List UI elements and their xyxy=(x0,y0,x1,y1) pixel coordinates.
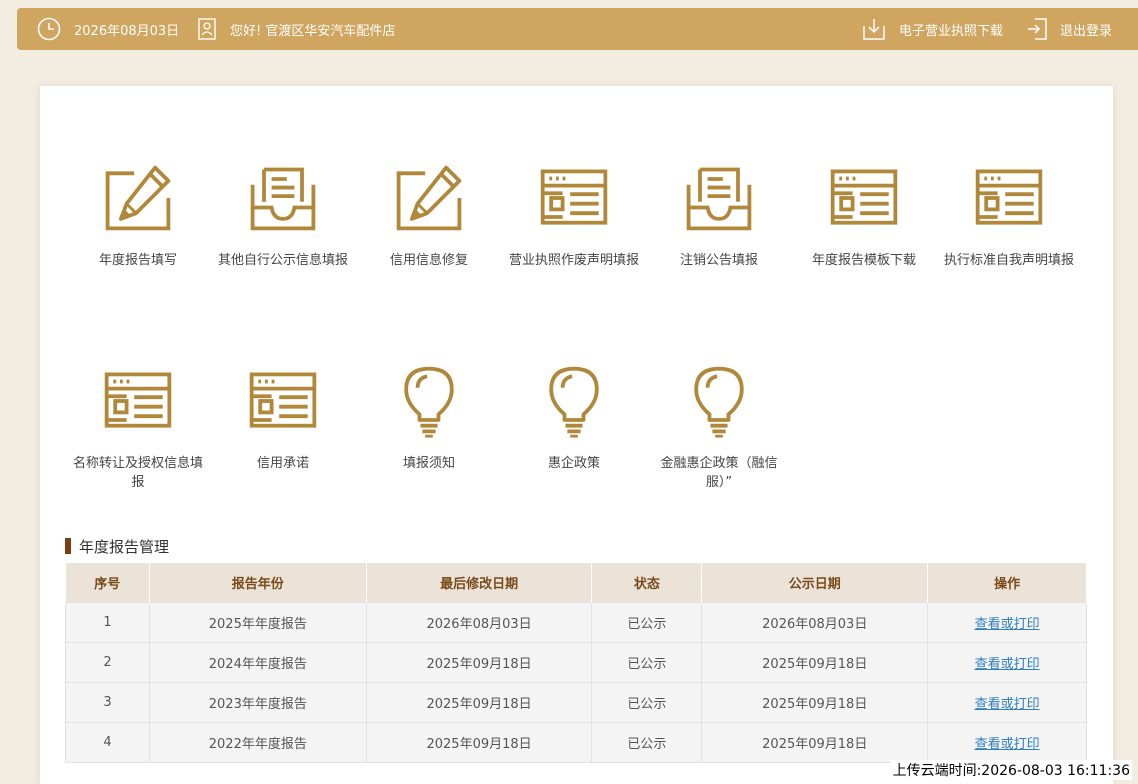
tile-label: 惠企政策 xyxy=(547,456,600,471)
cell-publish-date: 2025年09月18日 xyxy=(701,721,929,763)
col-header-last-modified: 最后修改日期 xyxy=(366,563,593,602)
form-window-icon xyxy=(245,363,321,439)
tile-cancellation-notice[interactable]: 注销公告填报 xyxy=(644,160,794,270)
tile-label: 填报须知 xyxy=(402,456,455,471)
current-date: 2026年08月03日 xyxy=(74,23,180,39)
logout-label: 退出登录 xyxy=(1060,23,1113,39)
table-row: 3 2023年年度报告 2025年09月18日 已公示 2025年09月18日 查看或打印 xyxy=(65,681,1087,723)
tile-label: 年度报告模板下载 xyxy=(811,253,916,268)
table-row: 2 2024年年度报告 2025年09月18日 已公示 2025年09月18日 查看或打印 xyxy=(65,641,1087,683)
inbox-tray-icon xyxy=(681,160,757,236)
tile-label: 信用承诺 xyxy=(256,456,309,471)
col-header-action: 操作 xyxy=(927,563,1087,602)
tile-standard-self-declaration[interactable]: 执行标准自我声明填报 xyxy=(934,160,1084,270)
cell-action: 查看或打印 xyxy=(927,601,1087,643)
form-window-icon xyxy=(826,160,902,236)
view-print-link[interactable]: 查看或打印 xyxy=(975,657,1040,672)
form-window-icon xyxy=(971,160,1047,236)
lightbulb-icon xyxy=(681,363,757,439)
tile-label: 名称转让及授权信息填报 xyxy=(72,456,203,490)
view-print-link[interactable]: 查看或打印 xyxy=(975,697,1040,712)
col-header-report-year: 报告年份 xyxy=(149,563,367,602)
tile-name-transfer-authorization[interactable]: 名称转让及授权信息填报 xyxy=(63,363,213,492)
cell-last-modified: 2025年09月18日 xyxy=(365,681,593,723)
inbox-tray-icon xyxy=(245,160,321,236)
tile-credit-repair[interactable]: 信用信息修复 xyxy=(354,160,504,270)
tile-label: 年度报告填写 xyxy=(98,253,177,268)
tile-financial-policy[interactable]: 金融惠企政策（融信服）” xyxy=(644,363,794,492)
cell-index: 3 xyxy=(65,681,150,723)
tile-label: 信用信息修复 xyxy=(389,253,468,268)
cell-action: 查看或打印 xyxy=(927,721,1087,763)
cell-index: 2 xyxy=(65,641,150,683)
section-marker xyxy=(65,538,71,554)
date-display: 2026年08月03日 xyxy=(37,8,179,50)
table-row: 4 2022年年度报告 2025年09月18日 已公示 2025年09月18日 查看或打印 xyxy=(65,721,1087,763)
logout-icon xyxy=(1028,18,1047,40)
user-greeting: 您好! 官渡区华安汽车配件店 xyxy=(198,8,395,50)
view-print-link[interactable]: 查看或打印 xyxy=(975,617,1040,632)
clock-icon xyxy=(37,17,61,41)
cell-last-modified: 2026年08月03日 xyxy=(365,601,593,643)
cell-report-year: 2024年年度报告 xyxy=(148,641,367,683)
lightbulb-icon xyxy=(391,363,467,439)
pencil-edit-icon xyxy=(391,160,467,236)
download-icon xyxy=(863,19,885,40)
section-title: 年度报告管理 xyxy=(79,537,170,556)
form-window-icon xyxy=(100,363,176,439)
tile-label: 注销公告填报 xyxy=(679,253,758,268)
top-bar: 2026年08月03日 您好! 官渡区华安汽车配件店 电子营业执照下载 退出登录 xyxy=(17,8,1138,50)
greeting-text: 您好! 官渡区华安汽车配件店 xyxy=(230,23,396,39)
tile-label: 执行标准自我声明填报 xyxy=(943,253,1074,268)
cell-report-year: 2025年年度报告 xyxy=(148,601,367,643)
tile-license-void-declaration[interactable]: 营业执照作废声明填报 xyxy=(499,160,649,270)
cell-action: 查看或打印 xyxy=(927,641,1087,683)
cell-publish-date: 2026年08月03日 xyxy=(701,601,929,643)
cell-action: 查看或打印 xyxy=(927,681,1087,723)
cell-last-modified: 2025年09月18日 xyxy=(365,641,593,683)
annual-report-table: 序号 报告年份 最后修改日期 状态 公示日期 操作 1 2025年年度报告 2026… xyxy=(65,563,1087,763)
cell-index: 1 xyxy=(65,601,150,643)
tile-filing-notes[interactable]: 填报须知 xyxy=(354,363,504,473)
form-window-icon xyxy=(536,160,612,236)
cell-last-modified: 2025年09月18日 xyxy=(365,721,593,763)
cell-status: 已公示 xyxy=(591,601,703,643)
cell-status: 已公示 xyxy=(591,681,703,723)
view-print-link[interactable]: 查看或打印 xyxy=(975,737,1040,752)
upload-timestamp: 上传云端时间:2026-08-03 16:11:36 xyxy=(890,760,1132,780)
pencil-edit-icon xyxy=(100,160,176,236)
lightbulb-icon xyxy=(536,363,612,439)
col-header-publish-date: 公示日期 xyxy=(701,563,929,602)
tile-business-policy[interactable]: 惠企政策 xyxy=(499,363,649,473)
table-row: 1 2025年年度报告 2026年08月03日 已公示 2026年08月03日 查看或打印 xyxy=(65,601,1087,643)
tile-report-template-download[interactable]: 年度报告模板下载 xyxy=(789,160,939,270)
user-card-icon xyxy=(198,18,216,40)
tile-label: 其他自行公示信息填报 xyxy=(217,253,348,268)
license-download-label: 电子营业执照下载 xyxy=(899,23,1004,39)
tile-annual-report-fill[interactable]: 年度报告填写 xyxy=(63,160,213,270)
tile-label: 金融惠企政策（融信服）” xyxy=(660,456,778,490)
cell-status: 已公示 xyxy=(591,641,703,683)
tile-credit-commitment[interactable]: 信用承诺 xyxy=(208,363,358,473)
cell-index: 4 xyxy=(65,721,150,763)
col-header-index: 序号 xyxy=(65,563,150,602)
annual-report-section-heading: 年度报告管理 xyxy=(65,536,169,556)
license-download-button[interactable]: 电子营业执照下载 xyxy=(863,8,1003,50)
cell-publish-date: 2025年09月18日 xyxy=(701,681,929,723)
tile-label: 营业执照作废声明填报 xyxy=(508,253,639,268)
cell-report-year: 2023年年度报告 xyxy=(148,681,367,723)
logout-button[interactable]: 退出登录 xyxy=(1027,8,1112,50)
table-header-row: 序号 报告年份 最后修改日期 状态 公示日期 操作 xyxy=(65,563,1087,602)
cell-status: 已公示 xyxy=(591,721,703,763)
cell-publish-date: 2025年09月18日 xyxy=(701,641,929,683)
tile-other-disclosure[interactable]: 其他自行公示信息填报 xyxy=(208,160,358,270)
cell-report-year: 2022年年度报告 xyxy=(148,721,367,763)
col-header-status: 状态 xyxy=(591,563,703,602)
